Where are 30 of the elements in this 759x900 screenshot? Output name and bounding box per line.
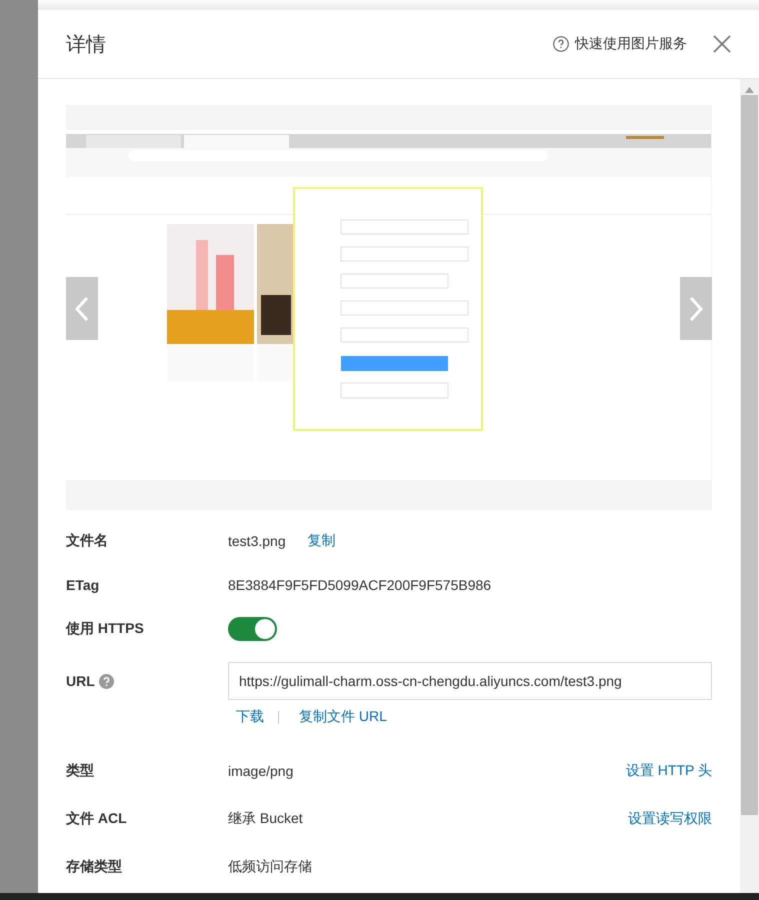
settings-link[interactable]: 设置读写权限	[628, 810, 712, 826]
field-label: ETag	[66, 577, 100, 593]
chevron-left-icon	[75, 296, 89, 322]
scrollbar[interactable]	[740, 79, 759, 893]
copy-link[interactable]: 复制	[308, 532, 336, 550]
close-icon[interactable]	[713, 35, 731, 53]
field-value: image/png	[228, 763, 294, 779]
previous-button[interactable]	[66, 277, 98, 340]
help-icon[interactable]	[98, 674, 114, 688]
field-label: 文件 ACL	[66, 810, 128, 828]
drawer-title: 详情	[66, 32, 107, 58]
chevron-right-icon	[689, 296, 703, 322]
help-icon	[553, 36, 569, 52]
help-link[interactable]: 快速使用图片服务	[553, 35, 687, 53]
settings-link[interactable]: 设置 HTTP 头	[626, 762, 712, 778]
field-label: 文件名	[66, 532, 109, 550]
field-value: test3.png	[228, 533, 286, 549]
field-label: 类型	[66, 762, 95, 780]
field-label: 使用 HTTPS	[66, 620, 145, 638]
field-value: 继承 Bucket	[228, 810, 303, 828]
toggle-switch[interactable]	[228, 617, 277, 641]
action-link[interactable]: 复制文件 URL	[299, 708, 387, 726]
field-value: 8E3884F9F5FD5099ACF200F9F575B986	[228, 577, 492, 593]
action-link[interactable]: 下载	[236, 708, 264, 726]
field-label: URL	[66, 673, 95, 689]
url-field[interactable]: https://gulimall-charm.oss-cn-chengdu.aliyuncs.com/test3.png	[228, 662, 712, 700]
field-value: 低频访问存储	[228, 858, 312, 876]
field-label: 存储类型	[66, 858, 123, 876]
next-button[interactable]	[680, 277, 712, 340]
scroll-up-icon	[745, 87, 754, 93]
